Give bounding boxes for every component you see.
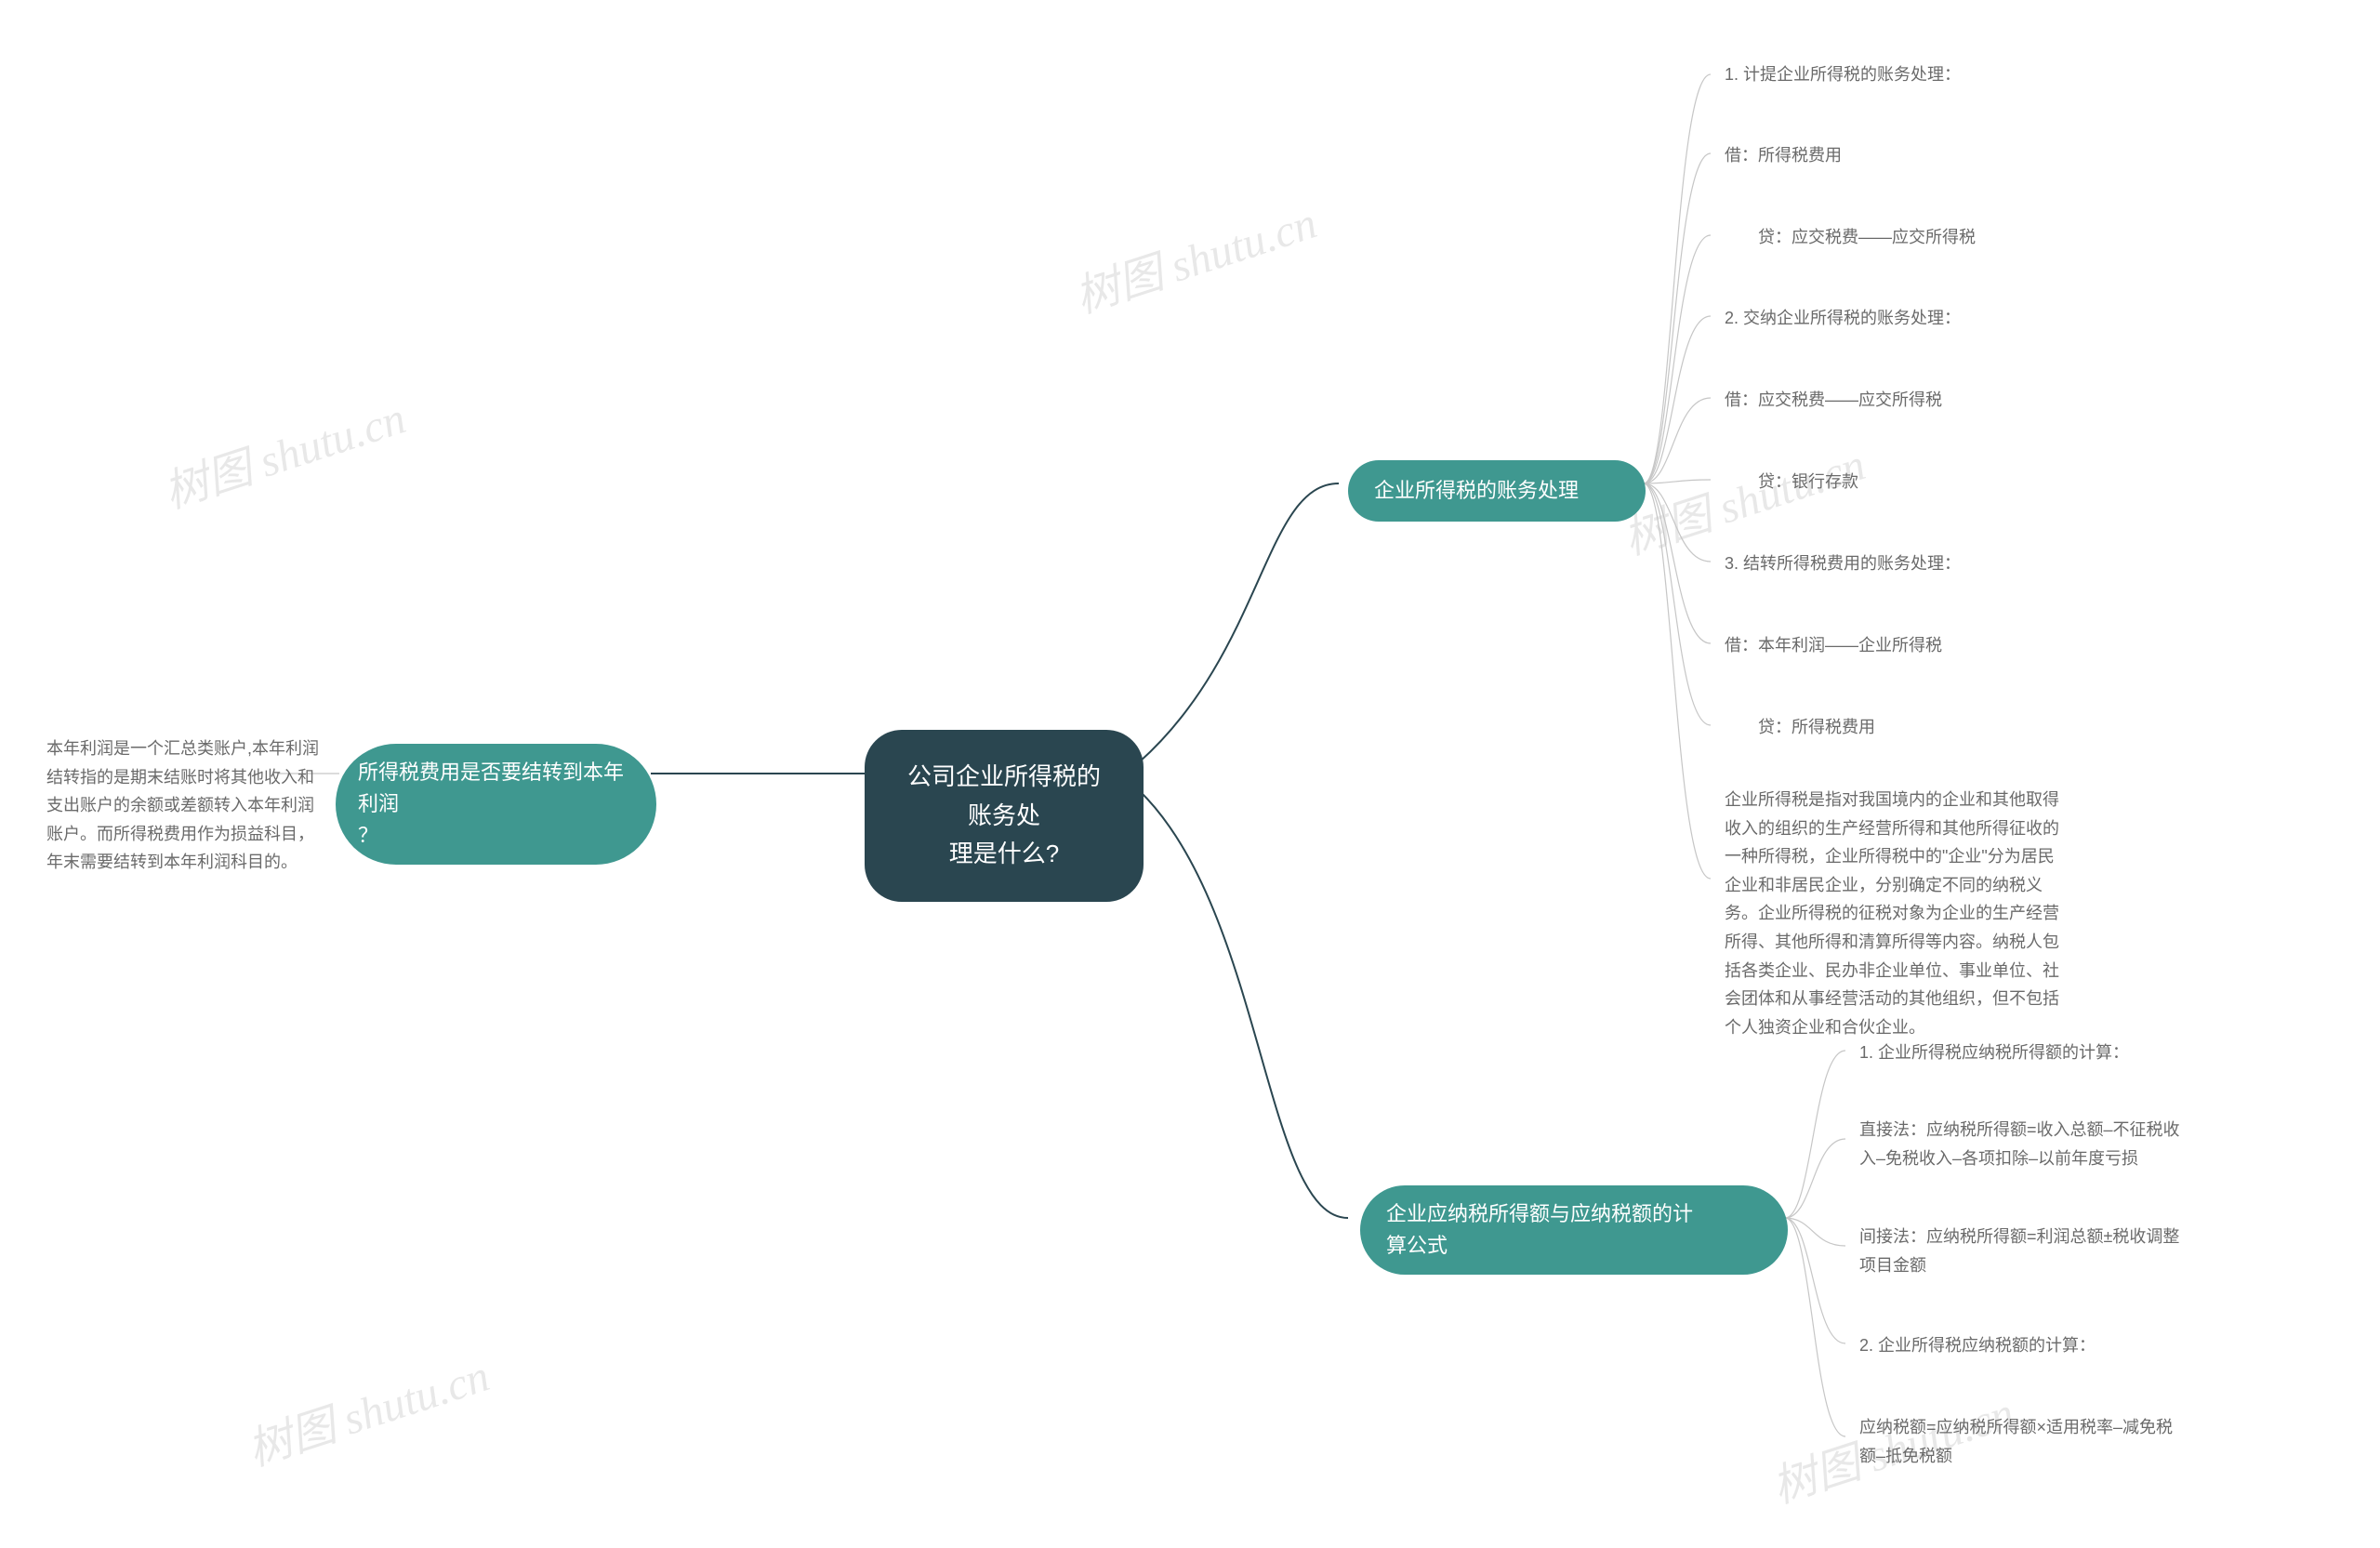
watermark: 树图 shutu.cn — [154, 381, 413, 521]
right1-leaf-4: 借：应交税费——应交所得税 — [1725, 386, 1942, 415]
left-leaf: 本年利润是一个汇总类账户,本年利润结转指的是期末结账时将其他收入和支出账户的余额… — [46, 734, 330, 877]
right2-branch-node[interactable]: 企业应纳税所得额与应纳税额的计 算公式 — [1360, 1185, 1788, 1275]
right1-leaf-para: 企业所得税是指对我国境内的企业和其他取得收入的组织的生产经营所得和其他所得征收的… — [1725, 786, 2059, 1041]
right1-leaf-5: 贷：银行存款 — [1725, 468, 1858, 496]
right2-leaf-1: 直接法：应纳税所得额=收入总额–不征税收入–免税收入–各项扣除–以前年度亏损 — [1859, 1116, 2185, 1172]
watermark: 树图 shutu.cn — [238, 1339, 496, 1478]
mindmap-canvas: 树图 shutu.cn 树图 shutu.cn 树图 shutu.cn 树图 s… — [0, 0, 2380, 1548]
right1-leaf-0: 1. 计提企业所得税的账务处理： — [1725, 60, 1961, 89]
right1-leaf-6: 3. 结转所得税费用的账务处理： — [1725, 549, 1961, 578]
right2-leaf-3: 2. 企业所得税应纳税额的计算： — [1859, 1331, 2096, 1360]
root-title-line1: 公司企业所得税的账务处 — [907, 762, 1101, 829]
right1-branch-node[interactable]: 企业所得税的账务处理 — [1348, 460, 1646, 522]
watermark: 树图 shutu.cn — [1614, 428, 1872, 567]
left-branch-node[interactable]: 所得税费用是否要结转到本年利润 ？ — [336, 744, 656, 865]
right2-leaf-0: 1. 企业所得税应纳税所得额的计算： — [1859, 1039, 2129, 1067]
root-node[interactable]: 公司企业所得税的账务处 理是什么? — [865, 730, 1144, 902]
right1-leaf-1: 借：所得税费用 — [1725, 141, 1842, 170]
right1-leaf-7: 借：本年利润——企业所得税 — [1725, 631, 1942, 660]
right2-branch-line1: 企业应纳税所得额与应纳税额的计 — [1386, 1202, 1693, 1225]
right2-leaf-2: 间接法：应纳税所得额=利润总额±税收调整项目金额 — [1859, 1223, 2185, 1279]
right1-leaf-8: 贷：所得税费用 — [1725, 713, 1875, 742]
right1-leaf-3: 2. 交纳企业所得税的账务处理： — [1725, 304, 1961, 333]
right1-branch-label: 企业所得税的账务处理 — [1374, 479, 1579, 502]
left-branch-line2: ？ — [358, 824, 378, 847]
left-branch-line1: 所得税费用是否要结转到本年利润 — [358, 761, 624, 815]
watermark: 树图 shutu.cn — [1065, 186, 1324, 325]
right2-leaf-4: 应纳税额=应纳税所得额×适用税率–减免税额–抵免税额 — [1859, 1413, 2185, 1470]
root-title-line2: 理是什么? — [949, 840, 1059, 867]
right2-branch-line2: 算公式 — [1386, 1234, 1448, 1257]
right1-leaf-2: 贷：应交税费——应交所得税 — [1725, 223, 1976, 252]
